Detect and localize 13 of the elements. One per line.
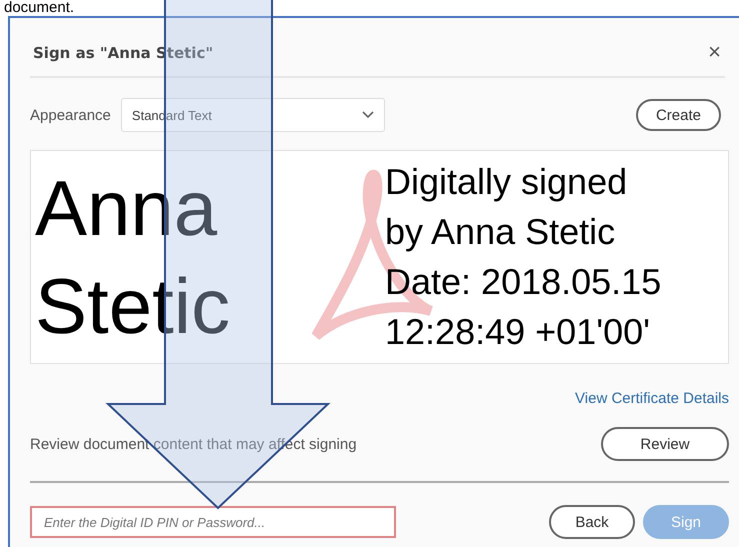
- review-button[interactable]: Review: [601, 427, 729, 461]
- signature-detail: Digitally signed: [385, 160, 628, 204]
- create-button[interactable]: Create: [636, 99, 721, 131]
- back-button[interactable]: Back: [549, 505, 635, 539]
- signature-detail: Date: 2018.05.15: [385, 260, 662, 304]
- view-certificate-link[interactable]: View Certificate Details: [575, 390, 729, 407]
- chevron-down-icon: [362, 111, 374, 119]
- page-text: document.: [3, 0, 76, 16]
- appearance-label: Appearance: [30, 106, 111, 124]
- pin-field[interactable]: Enter the Digital ID PIN or Password...: [30, 506, 396, 538]
- signature-detail: 12:28:49 +01'00': [385, 310, 651, 354]
- close-button[interactable]: ×: [708, 39, 721, 65]
- signature-detail: by Anna Stetic: [385, 210, 616, 254]
